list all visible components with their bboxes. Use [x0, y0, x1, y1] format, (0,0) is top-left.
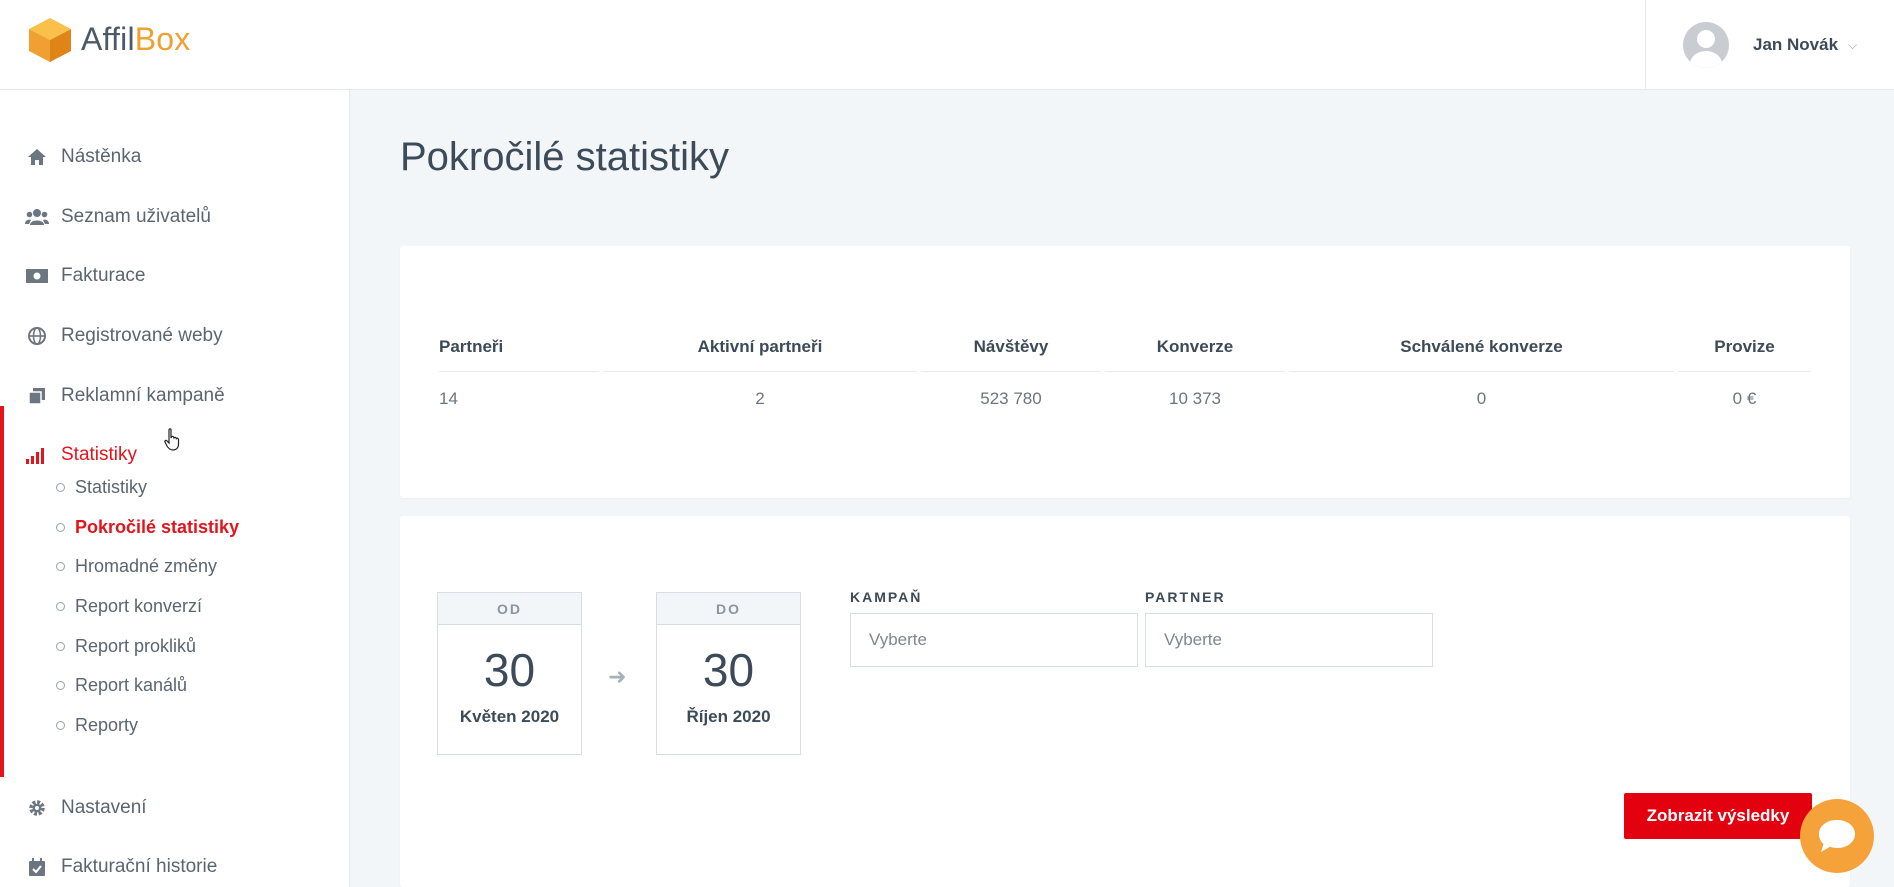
sidebar-item-label: Nástěnka	[61, 146, 142, 167]
date-to-picker[interactable]: DO 30 Říjen 2020	[656, 592, 801, 755]
value-schvalene-konverze: 0	[1476, 389, 1487, 408]
partner-label: PARTNER	[1145, 589, 1226, 605]
sidebar-item-seznam-uzivatelu[interactable]: Seznam uživatelů	[0, 197, 349, 237]
subitem-report-prokliku[interactable]: Report prokliků	[56, 631, 196, 661]
sidebar-item-label: Fakturační historie	[61, 856, 218, 877]
bullet-icon	[56, 720, 65, 730]
subitem-report-kanalu[interactable]: Report kanálů	[56, 670, 187, 700]
subitem-label: Report konverzí	[75, 595, 203, 616]
chevron-down-icon[interactable]: ⌵	[1848, 38, 1857, 53]
subitem-label: Report prokliků	[75, 635, 197, 656]
user-name[interactable]: Jan Novák	[1753, 35, 1838, 55]
signal-icon	[25, 445, 49, 465]
subitem-hromadne-zmeny[interactable]: Hromadné změny	[56, 551, 217, 581]
bullet-icon	[56, 601, 65, 611]
bullet-icon	[56, 641, 65, 651]
home-icon	[25, 147, 49, 167]
bullet-icon	[56, 482, 65, 492]
stats-table-header: Partneři Aktivní partneři Návštěvy Konve…	[439, 326, 1811, 372]
sidebar-item-label: Registrované weby	[61, 325, 223, 346]
subitem-label: Pokročilé statistiky	[75, 516, 240, 537]
sidebar-item-label: Seznam uživatelů	[61, 206, 211, 227]
globe-icon	[25, 326, 49, 346]
stats-summary-card: Partneři Aktivní partneři Návštěvy Konve…	[400, 246, 1850, 498]
date-from-day: 30	[483, 644, 536, 696]
stats-table: Partneři Aktivní partneři Návštěvy Konve…	[439, 326, 1811, 409]
subitem-reporty[interactable]: Reporty	[56, 710, 138, 740]
sidebar-item-fakturace[interactable]: Fakturace	[0, 256, 349, 296]
header-konverze: Konverze	[1105, 326, 1285, 372]
bullet-icon	[56, 680, 65, 690]
value-navstevy: 523 780	[980, 389, 1042, 408]
date-from-month: Květen 2020	[459, 707, 560, 726]
header-aktivni-partneri: Aktivní partneři	[603, 326, 917, 372]
show-results-button[interactable]: Zobrazit výsledky	[1624, 793, 1812, 839]
header-navstevy: Návštěvy	[921, 326, 1101, 372]
value-konverze: 10 373	[1169, 389, 1221, 408]
value-provize: 0 €	[1732, 389, 1757, 408]
sidebar-item-reklamni-kampane[interactable]: Reklamní kampaně	[0, 376, 349, 416]
page-title: Pokročilé statistiky	[400, 135, 729, 179]
date-from-label: OD	[438, 593, 581, 625]
users-icon	[25, 207, 49, 227]
subitem-label: Reporty	[75, 714, 139, 735]
sidebar-item-label: Nastavení	[61, 797, 147, 818]
sidebar-item-label: Statistiky	[61, 444, 138, 465]
date-to-month: Říjen 2020	[686, 707, 771, 726]
hand-cursor-icon	[164, 428, 180, 451]
subitem-report-konverzi[interactable]: Report konverzí	[56, 591, 202, 621]
header-schvalene-konverze: Schválené konverze	[1289, 326, 1674, 372]
value-aktivni-partneri: 2	[755, 389, 765, 408]
date-from-picker[interactable]: OD 30 Květen 2020	[437, 592, 582, 755]
sidebar-item-nastaveni[interactable]: Nastavení	[0, 788, 349, 828]
chat-bubble-icon	[1819, 820, 1855, 852]
chat-widget-button[interactable]	[1800, 799, 1874, 873]
affilbox-logo[interactable]: AffilBox	[27, 16, 191, 62]
arrow-right-icon: ➜	[608, 664, 627, 689]
header-partneri: Partneři	[439, 326, 599, 372]
sidebar: Nástěnka Seznam uživatelů Fakturace Regi…	[0, 90, 350, 887]
copy-icon	[25, 386, 49, 406]
top-header: AffilBox Jan Novák ⌵	[0, 0, 1894, 90]
sidebar-item-registrovane-weby[interactable]: Registrované weby	[0, 316, 349, 356]
sidebar-item-fakturacni-historie[interactable]: Fakturační historie	[0, 847, 349, 887]
calendar-check-icon	[25, 857, 49, 877]
campaign-label: KAMPAŇ	[850, 589, 923, 605]
bullet-icon	[56, 522, 65, 532]
date-to-day: 30	[702, 644, 755, 696]
subitem-pokrocile-statistiky[interactable]: Pokročilé statistiky	[56, 512, 239, 542]
sidebar-item-nastenka[interactable]: Nástěnka	[0, 137, 349, 177]
sidebar-item-label: Reklamní kampaně	[61, 385, 225, 406]
avatar[interactable]	[1683, 22, 1729, 68]
user-menu[interactable]: Jan Novák ⌵	[1645, 0, 1894, 90]
value-partneri: 14	[439, 389, 458, 408]
date-to-label: DO	[657, 593, 800, 625]
table-row: 14 2 523 780 10 373 0 0 €	[439, 372, 1811, 409]
subitem-label: Statistiky	[75, 476, 148, 497]
filter-card: OD 30 Květen 2020 ➜ DO 30 Říjen 2020 KAM…	[400, 516, 1850, 887]
header-provize: Provize	[1678, 326, 1811, 372]
subitem-label: Report kanálů	[75, 674, 188, 695]
gear-icon	[25, 798, 49, 818]
partner-select[interactable]: Vyberte	[1145, 613, 1433, 667]
campaign-select-placeholder: Vyberte	[869, 630, 927, 649]
bullet-icon	[56, 561, 65, 571]
money-icon	[25, 266, 49, 286]
subitem-statistiky[interactable]: Statistiky	[56, 472, 147, 502]
logo-text: AffilBox	[81, 20, 191, 57]
subitem-label: Hromadné změny	[75, 555, 218, 576]
campaign-select[interactable]: Vyberte	[850, 613, 1138, 667]
partner-select-placeholder: Vyberte	[1164, 630, 1222, 649]
sidebar-item-label: Fakturace	[61, 265, 146, 286]
cube-logo-icon	[29, 18, 71, 62]
